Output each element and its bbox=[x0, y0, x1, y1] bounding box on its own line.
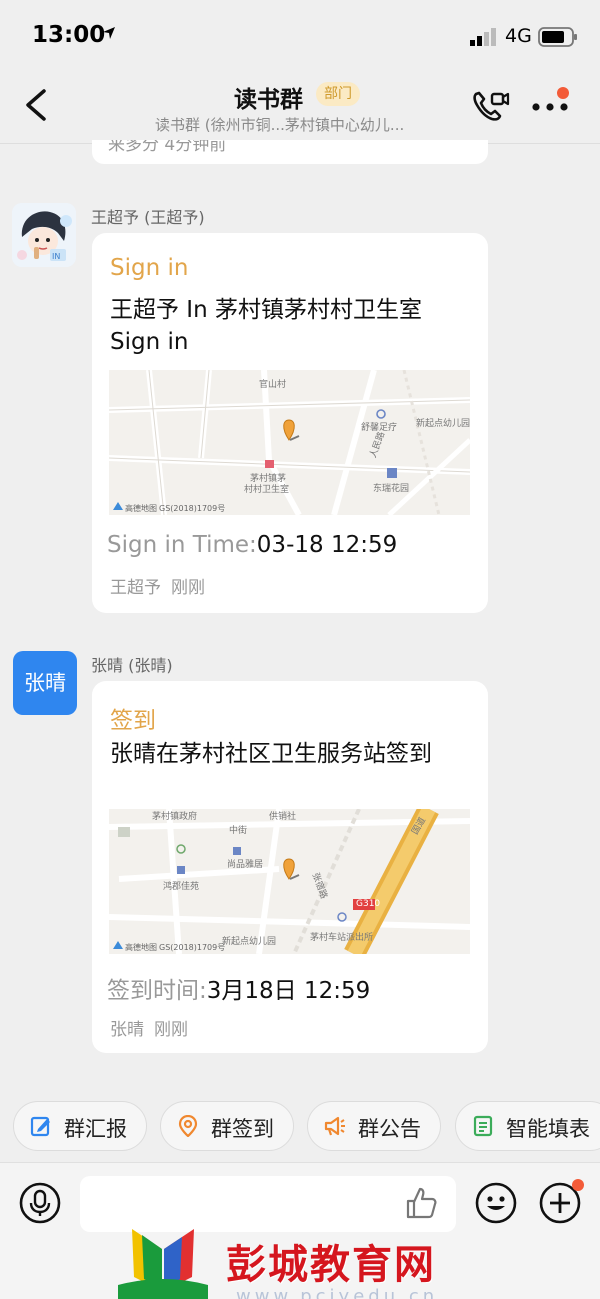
sign-in-card[interactable]: 签到 张晴在茅村社区卫生服务站签到 茅村镇政府 供销社 中街 尚品雅居 鸿郡佳苑… bbox=[92, 681, 488, 1053]
card-footer: 张晴 刚刚 bbox=[110, 1015, 188, 1040]
thumbs-up-icon[interactable] bbox=[404, 1186, 438, 1220]
sign-in-time-label: Sign in Time: bbox=[107, 532, 257, 558]
network-type: 4G bbox=[505, 25, 532, 47]
battery-icon bbox=[538, 27, 577, 47]
cartoon-girl-avatar-icon: IN bbox=[12, 203, 76, 267]
back-arrow-icon[interactable] bbox=[22, 88, 50, 122]
sender-name: 张晴 (张晴) bbox=[91, 656, 173, 675]
sign-in-time-value: 03-18 12:59 bbox=[256, 532, 398, 558]
location-pin-icon bbox=[178, 1115, 198, 1137]
previous-message-text: 来多分 4分钟前 bbox=[108, 140, 227, 155]
sign-in-content: 张晴在茅村社区卫生服务站签到 bbox=[110, 741, 432, 767]
chat-header: 读书群 部门 读书群 (徐州市铜...茅村镇中心幼儿... bbox=[0, 76, 600, 144]
watermark-book-logo-icon bbox=[118, 1229, 208, 1299]
sign-in-type-label: Sign in bbox=[110, 255, 189, 281]
department-badge: 部门 bbox=[316, 82, 360, 106]
footer-name: 张晴 bbox=[110, 1020, 144, 1040]
sender-name: 王超予 (王超予) bbox=[91, 208, 205, 227]
card-footer: 王超予 刚刚 bbox=[110, 573, 205, 598]
chat-subtitle[interactable]: 读书群 (徐州市铜...茅村镇中心幼儿... bbox=[155, 114, 404, 135]
emoji-icon[interactable] bbox=[474, 1181, 518, 1225]
sign-in-time: Sign in Time:03-18 12:59 bbox=[107, 532, 397, 558]
sign-in-content: 王超予 In 茅村镇茅村村卫生室 Sign in bbox=[110, 297, 422, 355]
form-icon bbox=[473, 1115, 493, 1137]
sign-in-time-value: 3月18日 12:59 bbox=[206, 978, 371, 1004]
status-bar: 13:00 4G bbox=[0, 0, 600, 76]
message-input[interactable] bbox=[80, 1176, 456, 1232]
location-map[interactable]: 官山村 舒馨足疗 新起点幼儿园 人民路 茅村镇茅 村村卫生室 东瑞花园 高德地图… bbox=[109, 370, 470, 515]
quick-action-smart-form[interactable]: 智能填表 bbox=[455, 1101, 600, 1151]
voice-input-icon[interactable] bbox=[18, 1181, 62, 1225]
quick-action-group-report[interactable]: 群汇报 bbox=[13, 1101, 147, 1151]
chat-title[interactable]: 读书群 bbox=[234, 80, 303, 114]
notification-dot bbox=[557, 87, 569, 99]
sign-in-card[interactable]: Sign in 王超予 In 茅村镇茅村村卫生室 Sign in 官山村 舒馨足… bbox=[92, 233, 488, 613]
avatar[interactable]: 张晴 bbox=[13, 651, 77, 715]
quick-action-group-sign-in[interactable]: 群签到 bbox=[160, 1101, 294, 1151]
video-call-icon[interactable] bbox=[470, 88, 510, 124]
quick-action-label: 智能填表 bbox=[506, 1117, 590, 1141]
notification-dot bbox=[572, 1179, 584, 1191]
previous-message-bubble: 来多分 4分钟前 bbox=[92, 140, 488, 164]
location-arrow-icon bbox=[103, 27, 115, 39]
footer-time: 刚刚 bbox=[171, 578, 205, 598]
quick-action-label: 群签到 bbox=[211, 1117, 274, 1141]
cellular-signal-icon bbox=[470, 28, 496, 46]
avatar[interactable]: IN bbox=[12, 203, 76, 267]
footer-time: 刚刚 bbox=[154, 1020, 188, 1040]
svg-text:IN: IN bbox=[52, 252, 60, 261]
sign-in-type-label: 签到 bbox=[110, 708, 156, 734]
quick-action-label: 群汇报 bbox=[64, 1117, 127, 1141]
location-map[interactable]: 茅村镇政府 供销社 中街 尚品雅居 鸿郡佳苑 张宿路 G310 新起点幼儿园 茅… bbox=[109, 809, 470, 954]
quick-action-group-announcement[interactable]: 群公告 bbox=[307, 1101, 441, 1151]
sign-in-time-label: 签到时间: bbox=[107, 978, 207, 1004]
footer-name: 王超予 bbox=[110, 578, 161, 598]
report-icon bbox=[30, 1116, 50, 1137]
watermark-text: 彭城教育网 bbox=[226, 1242, 436, 1288]
sign-in-time: 签到时间:3月18日 12:59 bbox=[107, 971, 370, 1005]
status-time: 13:00 bbox=[32, 22, 106, 48]
megaphone-icon bbox=[324, 1116, 345, 1136]
watermark-url: www.pcjyedu.cn bbox=[236, 1286, 439, 1299]
quick-action-label: 群公告 bbox=[358, 1117, 421, 1141]
